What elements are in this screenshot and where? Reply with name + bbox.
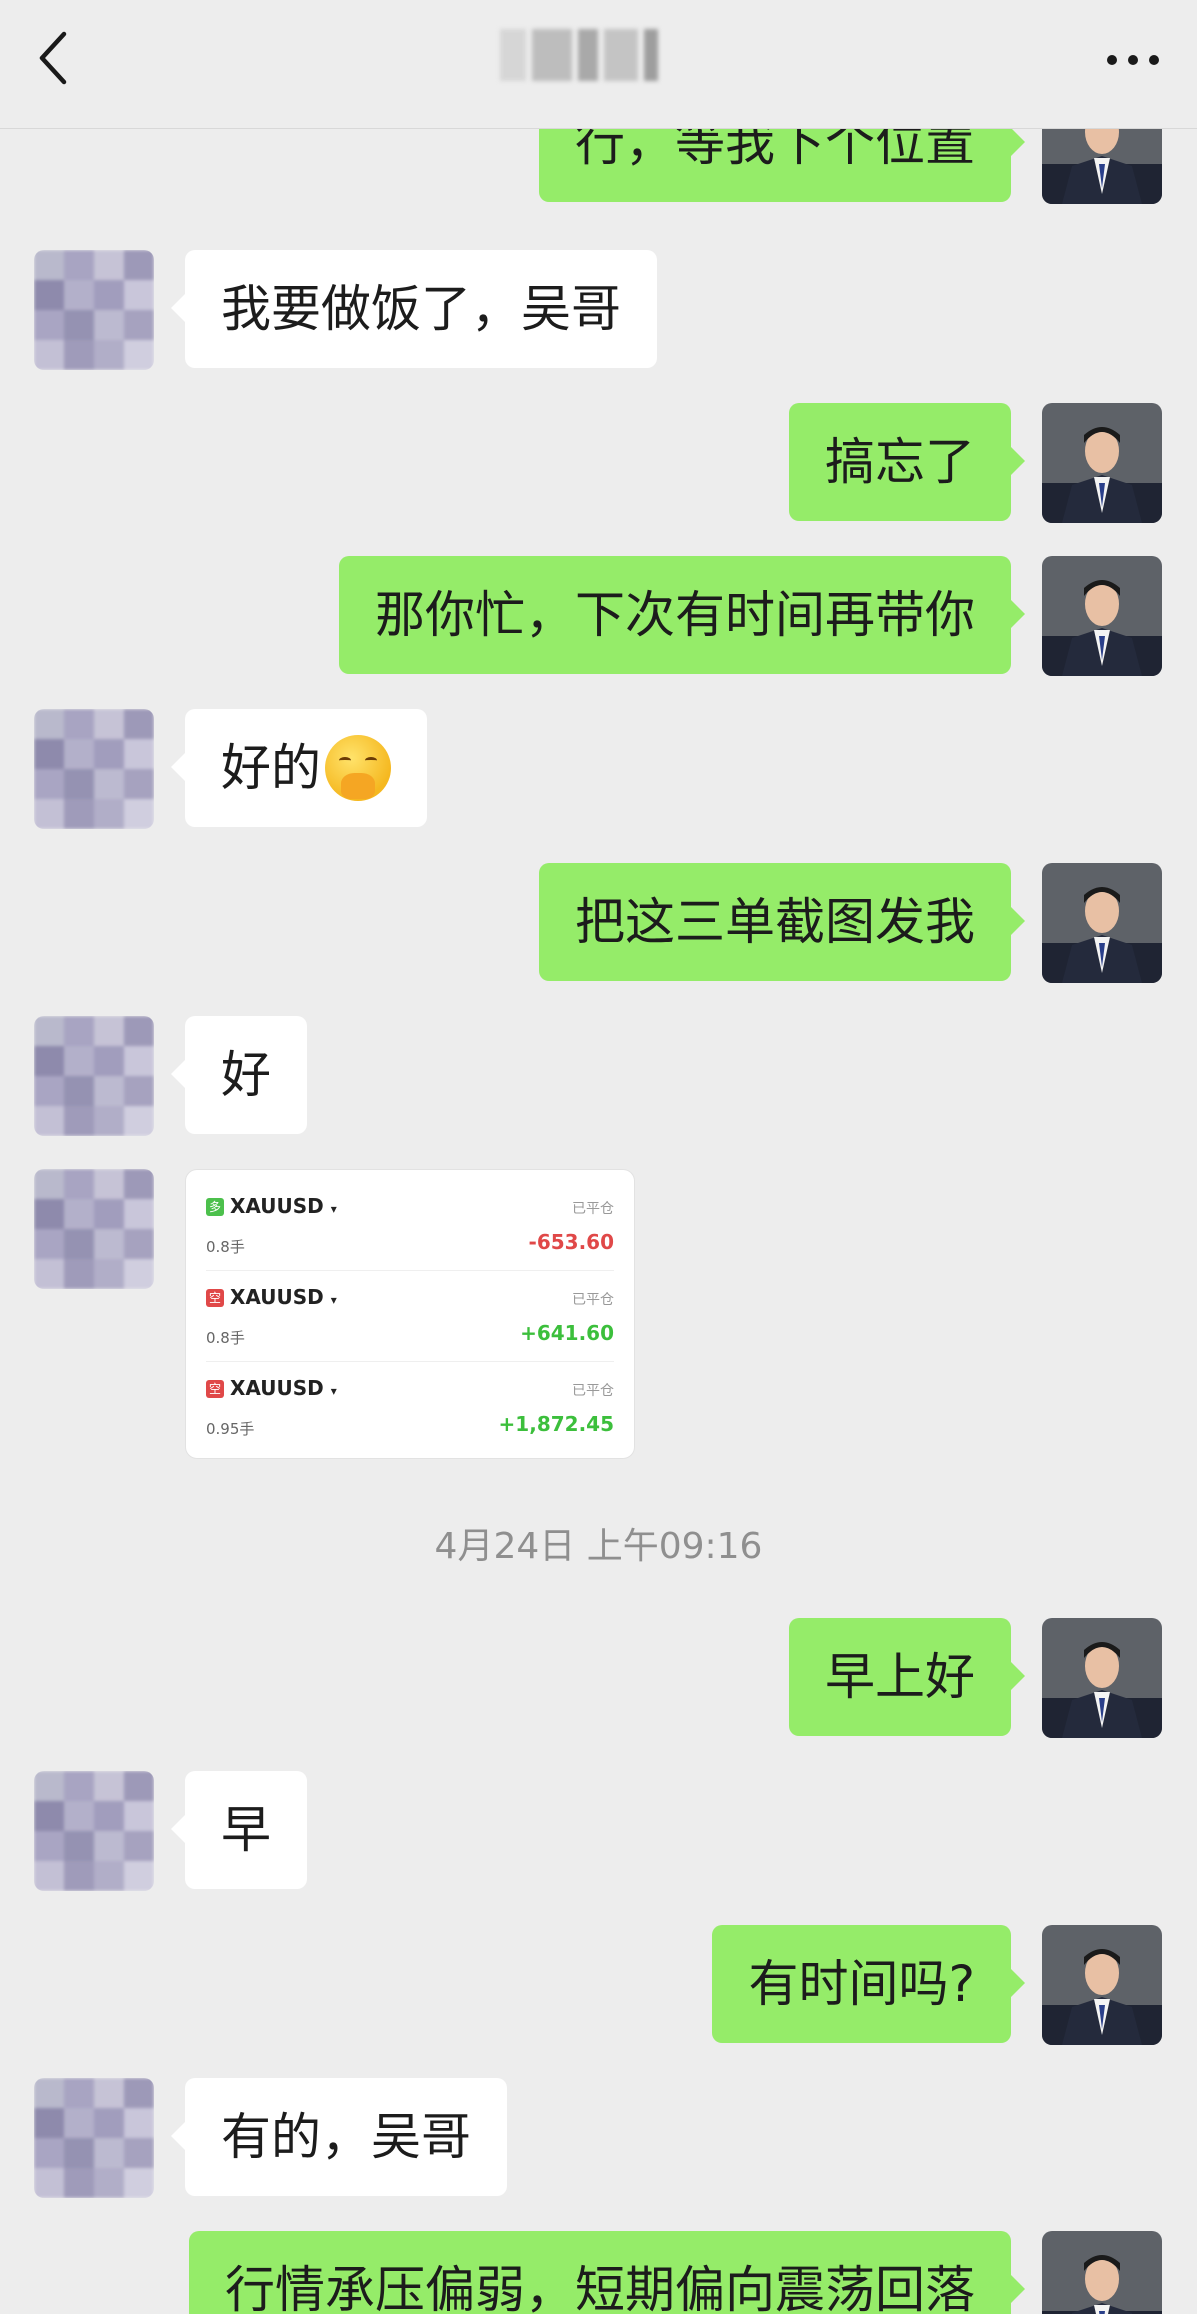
message-bubble-outgoing[interactable]: 那你忙，下次有时间再带你	[339, 556, 1025, 674]
caret-down-icon: ▾	[330, 1293, 337, 1307]
message-bubble-outgoing[interactable]: 搞忘了	[789, 403, 1025, 521]
message-text: 好的	[221, 739, 321, 797]
message-text: 把这三单截图发我	[575, 893, 975, 951]
message-text: 那你忙，下次有时间再带你	[375, 586, 975, 644]
trade-status: 已平仓	[572, 1201, 614, 1217]
message-text: 早	[221, 1801, 271, 1859]
trade-symbol: XAUUSD	[230, 1285, 324, 1309]
message-bubble-outgoing[interactable]: 行，等我下个位置	[539, 128, 1025, 202]
trade-row: 空 XAUUSD ▾ 0.95手 已平仓 +1,872.45	[206, 1362, 614, 1452]
trade-lots: 0.8手	[206, 1329, 245, 1347]
caret-down-icon: ▾	[330, 1384, 337, 1398]
trade-screenshot-image[interactable]: 多 XAUUSD ▾ 0.8手 已平仓 -653.60 空 XAUUSD ▾ 0…	[185, 1169, 635, 1459]
trade-profit-loss: -653.60	[528, 1230, 614, 1254]
contact-avatar[interactable]	[34, 1016, 154, 1136]
trade-symbol: XAUUSD	[230, 1376, 324, 1400]
message-bubble-outgoing[interactable]: 有时间吗?	[712, 1925, 1025, 2043]
caret-down-icon: ▾	[330, 1202, 337, 1216]
message-bubble-outgoing[interactable]: 早上好	[789, 1618, 1025, 1736]
message-bubble-outgoing[interactable]: 把这三单截图发我	[539, 863, 1025, 981]
message-text: 我要做饭了，吴哥	[221, 280, 621, 338]
short-badge: 空	[206, 1380, 224, 1398]
chevron-left-icon	[39, 31, 67, 85]
contact-avatar[interactable]	[34, 1771, 154, 1891]
my-avatar[interactable]	[1042, 863, 1162, 983]
trade-profit-loss: +1,872.45	[498, 1412, 614, 1436]
trade-profit-loss: +641.60	[520, 1321, 614, 1345]
contact-avatar[interactable]	[34, 709, 154, 829]
message-list[interactable]: 行，等我下个位置 我要做饭了，吴哥 搞忘了 那你忙，下次有时间再带你 好的 把这…	[0, 128, 1197, 2314]
trade-row: 多 XAUUSD ▾ 0.8手 已平仓 -653.60	[206, 1180, 614, 1271]
trade-status: 已平仓	[572, 1292, 614, 1308]
message-text: 好	[221, 1046, 271, 1104]
long-badge: 多	[206, 1198, 224, 1216]
back-button[interactable]	[30, 28, 80, 88]
my-avatar[interactable]	[1042, 2231, 1162, 2314]
more-options-button[interactable]	[1100, 40, 1170, 80]
message-text: 有的，吴哥	[221, 2108, 471, 2166]
my-avatar[interactable]	[1042, 128, 1162, 204]
contact-avatar[interactable]	[34, 250, 154, 370]
my-avatar[interactable]	[1042, 403, 1162, 523]
trade-row: 空 XAUUSD ▾ 0.8手 已平仓 +641.60	[206, 1271, 614, 1362]
message-bubble-incoming[interactable]: 好	[171, 1016, 307, 1134]
message-text: 搞忘了	[825, 433, 975, 491]
my-avatar[interactable]	[1042, 556, 1162, 676]
contact-name-obscured	[500, 22, 665, 88]
message-bubble-incoming[interactable]: 我要做饭了，吴哥	[171, 250, 657, 368]
trade-lots: 0.95手	[206, 1420, 255, 1438]
chat-header	[0, 0, 1197, 129]
message-bubble-incoming[interactable]: 好的	[171, 709, 427, 827]
message-text: 早上好	[825, 1648, 975, 1706]
message-text: 有时间吗?	[748, 1955, 975, 2013]
more-horizontal-icon	[1107, 55, 1159, 65]
my-avatar[interactable]	[1042, 1925, 1162, 2045]
trade-symbol: XAUUSD	[230, 1194, 324, 1218]
contact-avatar[interactable]	[34, 1169, 154, 1289]
shushing-face-emoji	[325, 734, 391, 801]
message-bubble-incoming[interactable]: 有的，吴哥	[171, 2078, 507, 2196]
short-badge: 空	[206, 1289, 224, 1307]
message-text: 行，等我下个位置	[575, 128, 975, 172]
message-timestamp: 4月24日 上午09:16	[434, 1526, 763, 1567]
message-bubble-outgoing[interactable]: 行情承压偏弱，短期偏向震荡回落	[189, 2231, 1025, 2314]
my-avatar[interactable]	[1042, 1618, 1162, 1738]
trade-status: 已平仓	[572, 1383, 614, 1399]
contact-avatar[interactable]	[34, 2078, 154, 2198]
trade-lots: 0.8手	[206, 1238, 245, 1256]
message-text: 行情承压偏弱，短期偏向震荡回落	[225, 2261, 975, 2314]
message-bubble-incoming[interactable]: 早	[171, 1771, 307, 1889]
